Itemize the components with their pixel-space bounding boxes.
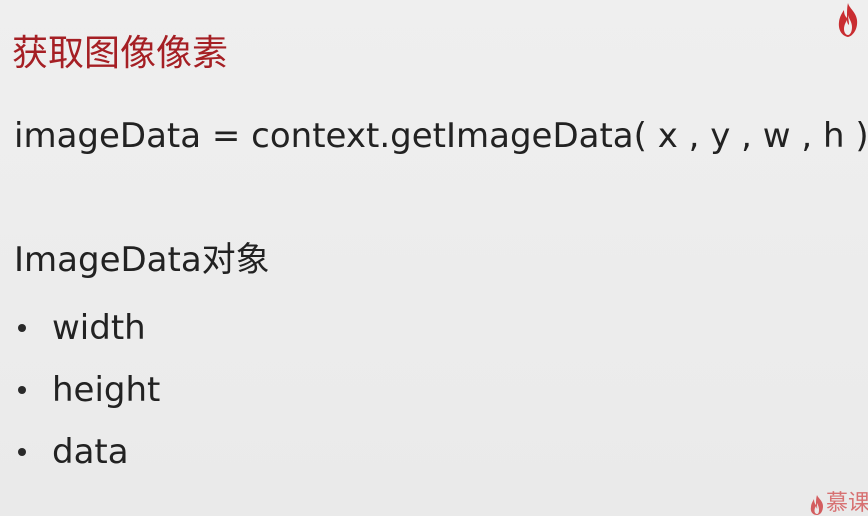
bullet-text: data (52, 432, 129, 472)
slide-title: 获取图像像素 (12, 33, 229, 74)
section-heading: ImageData对象 (14, 240, 270, 280)
bullet-icon (18, 386, 26, 394)
code-line: imageData = context.getImageData( x , y … (14, 116, 868, 156)
bullet-item-width: width (14, 297, 160, 359)
bullet-list: width height data (14, 297, 160, 483)
bullet-icon (18, 448, 26, 456)
bullet-item-data: data (14, 421, 160, 483)
flame-icon (838, 3, 858, 37)
bullet-icon (18, 324, 26, 332)
bullet-item-height: height (14, 359, 160, 421)
watermark: 慕课 (808, 490, 868, 516)
watermark-flame-icon (810, 495, 823, 515)
watermark-text: 慕课 (826, 491, 868, 516)
bullet-text: width (52, 308, 146, 348)
bullet-text: height (52, 370, 161, 410)
slide: 获取图像像素 imageData = context.getImageData(… (0, 0, 868, 516)
